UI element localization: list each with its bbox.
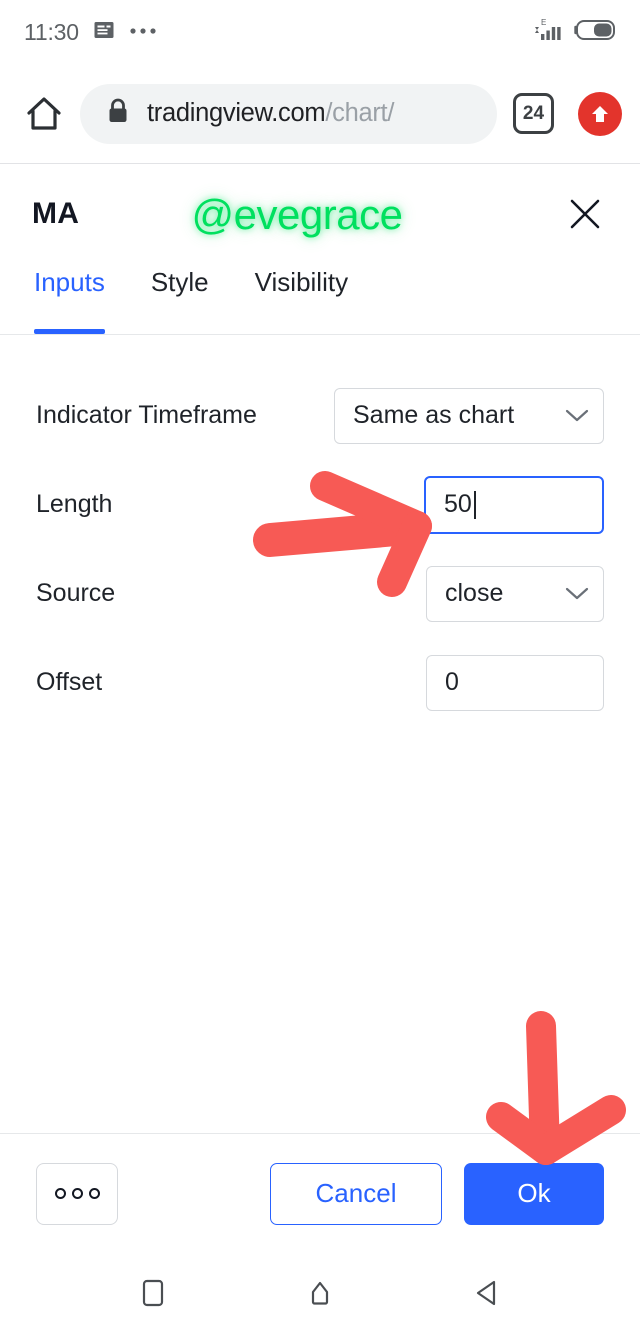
tab-visibility[interactable]: Visibility [255, 263, 348, 334]
url-bar[interactable]: tradingview.com/chart/ [80, 83, 497, 144]
tab-inputs[interactable]: Inputs [34, 263, 105, 334]
signal-bars-icon: E [533, 16, 563, 49]
offset-value: 0 [445, 668, 459, 696]
chevron-down-icon [549, 579, 589, 608]
watermark-text: @evegrace [191, 191, 403, 238]
tab-count-button[interactable]: 24 [513, 93, 554, 134]
row-offset: Offset 0 [36, 638, 604, 727]
text-caret [473, 490, 476, 519]
recents-square-icon[interactable] [121, 1261, 185, 1325]
page-title: MA [32, 197, 80, 230]
browser-toolbar: tradingview.com/chart/ 24 [0, 64, 640, 164]
status-bar-left: 11:30 [24, 18, 159, 47]
android-navigation-bar [0, 1253, 640, 1333]
dialog-tabs: Inputs Style Visibility [0, 263, 640, 335]
url-text: tradingview.com/chart/ [147, 99, 394, 128]
offset-input[interactable]: 0 [426, 654, 604, 711]
indicator-timeframe-select[interactable]: Same as chart [334, 387, 604, 444]
tab-style[interactable]: Style [151, 263, 209, 334]
row-indicator-timeframe: Indicator Timeframe Same as chart [36, 371, 604, 460]
row-source: Source close [36, 549, 604, 638]
dialog-footer: Cancel Ok [0, 1133, 640, 1253]
source-value: close [445, 579, 504, 607]
ok-button[interactable]: Ok [464, 1162, 604, 1225]
lock-icon [106, 97, 130, 130]
status-bar-right: E [533, 16, 616, 49]
chevron-down-icon [549, 401, 589, 430]
phone-screen: 11:30 E tradingview.com/chart/ 24 MA @ev… [0, 0, 640, 1333]
footer-actions: Cancel Ok [270, 1162, 604, 1225]
cancel-button[interactable]: Cancel [270, 1162, 442, 1225]
label-indicator-timeframe: Indicator Timeframe [36, 401, 257, 429]
home-icon[interactable] [18, 88, 70, 140]
back-triangle-icon[interactable] [455, 1261, 519, 1325]
label-offset: Offset [36, 668, 103, 696]
upload-arrow-icon[interactable] [578, 91, 622, 136]
battery-icon [574, 19, 616, 46]
more-options-button[interactable] [36, 1162, 118, 1225]
dot-icon [71, 1188, 83, 1199]
inputs-form: Indicator Timeframe Same as chart Length… [0, 335, 640, 727]
more-dots-icon [129, 23, 159, 41]
length-value: 50 [444, 490, 472, 518]
svg-text:E: E [541, 18, 546, 27]
length-input[interactable]: 50 [424, 475, 604, 534]
status-bar: 11:30 E [0, 0, 640, 64]
status-clock: 11:30 [24, 18, 79, 45]
url-path: /chart/ [325, 99, 395, 127]
indicator-settings-dialog: MA @evegrace Inputs Style Visibility Ind… [0, 165, 640, 1253]
indicator-timeframe-value: Same as chart [353, 401, 515, 429]
home-pentagon-icon[interactable] [288, 1261, 352, 1325]
news-icon [92, 18, 116, 47]
row-length: Length 50 [36, 460, 604, 549]
label-length: Length [36, 490, 113, 518]
label-source: Source [36, 579, 116, 607]
dot-icon [88, 1188, 100, 1199]
url-domain: tradingview.com [147, 99, 326, 127]
source-select[interactable]: close [426, 565, 604, 622]
close-icon[interactable] [562, 191, 608, 237]
dialog-header: MA @evegrace [0, 165, 640, 263]
dot-icon [54, 1188, 66, 1199]
